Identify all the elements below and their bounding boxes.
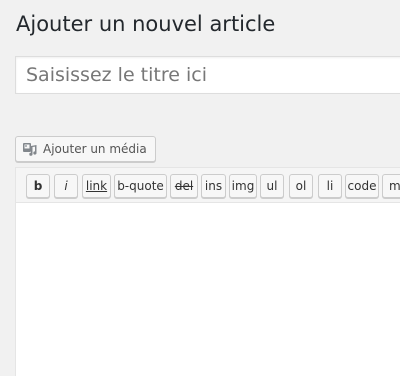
- qt-code-button[interactable]: code: [345, 174, 379, 198]
- qt-img-button[interactable]: img: [229, 174, 257, 198]
- add-post-page: Ajouter un nouvel article Ajouter un méd…: [0, 0, 400, 376]
- qt-blockquote-button[interactable]: b-quote: [114, 174, 167, 198]
- page-title: Ajouter un nouvel article: [16, 12, 276, 36]
- qt-link-button[interactable]: link: [82, 174, 111, 198]
- add-media-label: Ajouter un média: [43, 142, 147, 156]
- add-media-button[interactable]: Ajouter un média: [15, 136, 156, 162]
- qt-bold-button[interactable]: b: [26, 174, 50, 198]
- qt-li-button[interactable]: li: [318, 174, 342, 198]
- qt-ins-button[interactable]: ins: [201, 174, 226, 198]
- qt-more-button[interactable]: more: [382, 174, 400, 198]
- qt-ol-button[interactable]: ol: [289, 174, 313, 198]
- quicktags-toolbar: b i link b-quote del ins img ul ol li co…: [15, 167, 400, 203]
- qt-del-button[interactable]: del: [170, 174, 198, 198]
- editor-textarea[interactable]: [16, 203, 400, 376]
- media-icon: [22, 141, 38, 157]
- qt-ul-button[interactable]: ul: [260, 174, 284, 198]
- qt-italic-button[interactable]: i: [54, 174, 78, 198]
- post-title-input[interactable]: [15, 56, 400, 94]
